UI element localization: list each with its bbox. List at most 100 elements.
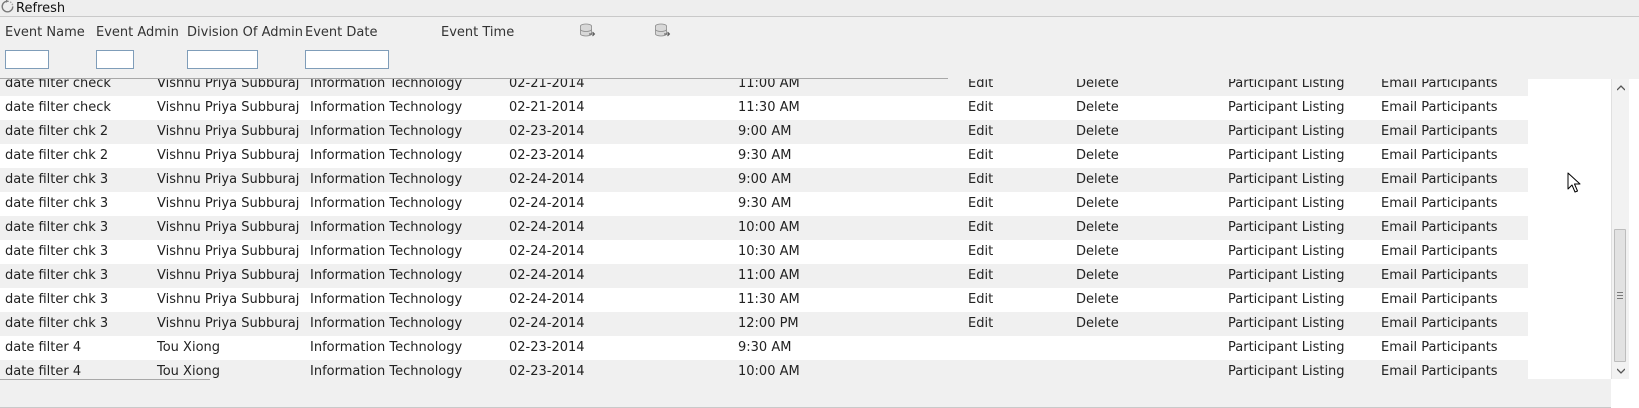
event-date-cell: 02-21-2014 [509, 100, 585, 115]
participant-listing-link[interactable]: Participant Listing [1228, 288, 1345, 312]
event-date-cell: 02-24-2014 [509, 196, 585, 211]
refresh-icon [0, 0, 16, 18]
email-participants-link[interactable]: Email Participants [1381, 120, 1498, 144]
edit-link[interactable]: Edit [968, 312, 993, 336]
scroll-up-arrow-icon[interactable] [1612, 79, 1629, 96]
delete-link[interactable]: Delete [1076, 144, 1119, 168]
event-name-cell: date filter chk 2 [5, 148, 109, 163]
event-time-cell: 9:00 AM [738, 124, 792, 139]
delete-link[interactable]: Delete [1076, 96, 1119, 120]
delete-link[interactable]: Delete [1076, 168, 1119, 192]
edit-link[interactable]: Edit [968, 288, 993, 312]
vertical-scrollbar[interactable] [1611, 79, 1629, 379]
scroll-down-arrow-icon[interactable] [1612, 362, 1629, 379]
table-row: date filter check Vishnu Priya Subburaj In… [0, 79, 1528, 96]
event-date-cell: 02-21-2014 [509, 79, 585, 91]
header-event-name[interactable]: Event Name [5, 25, 85, 40]
event-name-cell: date filter chk 3 [5, 196, 109, 211]
email-participants-link[interactable]: Email Participants [1381, 360, 1498, 379]
participant-listing-link[interactable]: Participant Listing [1228, 312, 1345, 336]
table-row: date filter 4 Tou Xiong Information Techno… [0, 336, 1528, 360]
event-date-cell: 02-24-2014 [509, 316, 585, 331]
email-participants-link[interactable]: Email Participants [1381, 96, 1498, 120]
event-date-cell: 02-23-2014 [509, 364, 585, 379]
participant-listing-link[interactable]: Participant Listing [1228, 192, 1345, 216]
email-participants-link[interactable]: Email Participants [1381, 240, 1498, 264]
division-filter-input[interactable] [187, 50, 258, 69]
participant-listing-link[interactable]: Participant Listing [1228, 360, 1345, 379]
delete-link[interactable]: Delete [1076, 264, 1119, 288]
edit-link[interactable]: Edit [968, 264, 993, 288]
refresh-button[interactable]: Refresh [0, 0, 65, 16]
scrollbar-thumb[interactable] [1614, 229, 1626, 362]
event-admin-filter-input[interactable] [96, 50, 134, 69]
table-row: date filter chk 3 Vishnu Priya Subburaj In… [0, 192, 1528, 216]
delete-link[interactable]: Delete [1076, 240, 1119, 264]
participant-listing-link[interactable]: Participant Listing [1228, 336, 1345, 360]
event-admin-cell: Vishnu Priya Subburaj [157, 316, 300, 331]
header-division-of-admin[interactable]: Division Of Admin [187, 25, 303, 40]
email-participants-link[interactable]: Email Participants [1381, 336, 1498, 360]
event-time-cell: 9:30 AM [738, 340, 792, 355]
email-participants-link[interactable]: Email Participants [1381, 192, 1498, 216]
edit-link[interactable]: Edit [968, 240, 993, 264]
event-date-cell: 02-23-2014 [509, 148, 585, 163]
database-export-icon[interactable] [579, 23, 597, 39]
table-row: date filter chk 3 Vishnu Priya Subburaj In… [0, 240, 1528, 264]
delete-link[interactable]: Delete [1076, 79, 1119, 96]
event-time-cell: 10:00 AM [738, 364, 800, 379]
email-participants-link[interactable]: Email Participants [1381, 288, 1498, 312]
division-cell: Information Technology [310, 172, 463, 187]
header-event-time[interactable]: Event Time [441, 25, 514, 40]
participant-listing-link[interactable]: Participant Listing [1228, 264, 1345, 288]
header-event-date[interactable]: Event Date [305, 25, 377, 40]
participant-listing-link[interactable]: Participant Listing [1228, 168, 1345, 192]
participant-listing-link[interactable]: Participant Listing [1228, 216, 1345, 240]
delete-link[interactable]: Delete [1076, 216, 1119, 240]
event-time-cell: 11:00 AM [738, 268, 800, 283]
delete-link[interactable]: Delete [1076, 120, 1119, 144]
email-participants-link[interactable]: Email Participants [1381, 264, 1498, 288]
edit-link[interactable]: Edit [968, 96, 993, 120]
edit-link[interactable]: Edit [968, 79, 993, 96]
delete-link[interactable]: Delete [1076, 288, 1119, 312]
division-cell: Information Technology [310, 196, 463, 211]
edit-link[interactable]: Edit [968, 168, 993, 192]
event-date-filter-input[interactable] [305, 50, 389, 69]
event-date-cell: 02-24-2014 [509, 172, 585, 187]
edit-link[interactable]: Edit [968, 120, 993, 144]
event-date-cell: 02-23-2014 [509, 124, 585, 139]
event-time-cell: 11:00 AM [738, 79, 800, 91]
event-name-cell: date filter chk 2 [5, 124, 109, 139]
email-participants-link[interactable]: Email Participants [1381, 312, 1498, 336]
table-row: date filter chk 3 Vishnu Priya Subburaj In… [0, 168, 1528, 192]
database-export-icon-2[interactable] [654, 23, 672, 39]
division-cell: Information Technology [310, 268, 463, 283]
event-time-cell: 9:30 AM [738, 148, 792, 163]
division-cell: Information Technology [310, 100, 463, 115]
table-row: date filter chk 3 Vishnu Priya Subburaj In… [0, 264, 1528, 288]
participant-listing-link[interactable]: Participant Listing [1228, 240, 1345, 264]
participant-listing-link[interactable]: Participant Listing [1228, 79, 1345, 96]
edit-link[interactable]: Edit [968, 192, 993, 216]
division-cell: Information Technology [310, 292, 463, 307]
participant-listing-link[interactable]: Participant Listing [1228, 96, 1345, 120]
event-name-filter-input[interactable] [5, 50, 49, 69]
email-participants-link[interactable]: Email Participants [1381, 144, 1498, 168]
division-cell: Information Technology [310, 79, 463, 91]
delete-link[interactable]: Delete [1076, 312, 1119, 336]
email-participants-link[interactable]: Email Participants [1381, 168, 1498, 192]
event-admin-cell: Vishnu Priya Subburaj [157, 100, 300, 115]
event-admin-cell: Vishnu Priya Subburaj [157, 292, 300, 307]
email-participants-link[interactable]: Email Participants [1381, 216, 1498, 240]
delete-link[interactable]: Delete [1076, 192, 1119, 216]
edit-link[interactable]: Edit [968, 216, 993, 240]
email-participants-link[interactable]: Email Participants [1381, 79, 1498, 96]
participant-listing-link[interactable]: Participant Listing [1228, 144, 1345, 168]
event-name-cell: date filter 4 [5, 364, 82, 379]
event-time-cell: 11:30 AM [738, 100, 800, 115]
edit-link[interactable]: Edit [968, 144, 993, 168]
participant-listing-link[interactable]: Participant Listing [1228, 120, 1345, 144]
header-event-admin[interactable]: Event Admin [96, 25, 179, 40]
event-date-cell: 02-24-2014 [509, 268, 585, 283]
